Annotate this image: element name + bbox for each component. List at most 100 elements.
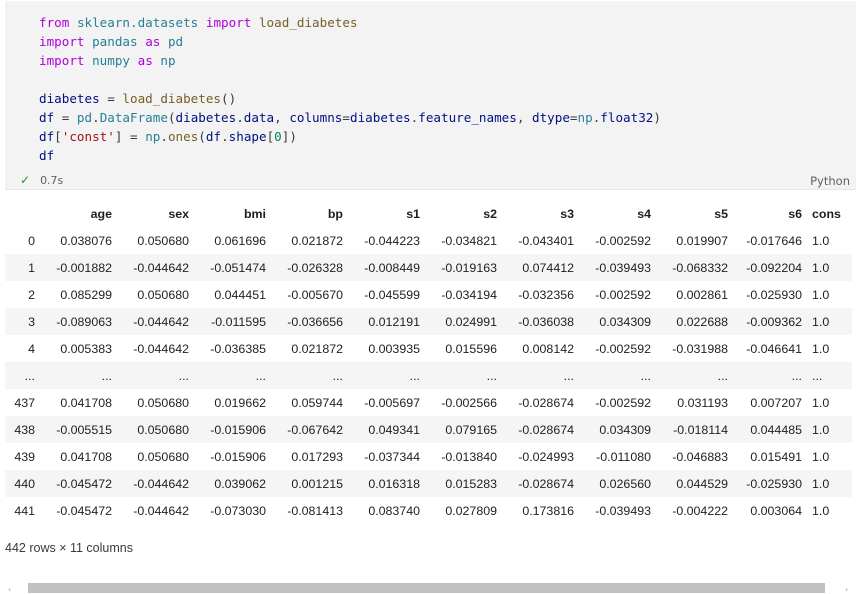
table-cell: 1.0 <box>812 287 830 302</box>
table-cell: -0.005697 <box>364 395 420 410</box>
index-header <box>5 200 35 227</box>
table-row: 3 -0.089063 -0.044642 -0.011595 -0.036656 0.0… <box>5 308 852 335</box>
table-row: 2 0.085299 0.050680 0.044451 -0.005670 -0.045… <box>5 281 852 308</box>
table-cell: 0.022688 <box>676 314 728 329</box>
table-row: 441 -0.045472 -0.044642 -0.073030 -0.081413 0… <box>5 497 852 524</box>
row-index: 1 <box>28 260 35 275</box>
table-cell: ... <box>563 368 574 383</box>
table-row: .................................... <box>5 362 852 389</box>
table-cell: 0.085299 <box>60 287 112 302</box>
table-cell: 0.034309 <box>599 422 651 437</box>
table-cell: 0.050680 <box>137 422 189 437</box>
code-line-2: import pandas as pd <box>39 34 184 49</box>
table-cell: -0.034821 <box>441 233 497 248</box>
table-cell: 0.021872 <box>291 341 343 356</box>
table-cell: 0.034309 <box>599 314 651 329</box>
table-cell: -0.028674 <box>518 476 574 491</box>
column-header: s2 <box>483 206 497 221</box>
column-header: s3 <box>560 206 574 221</box>
row-index: ... <box>24 368 35 383</box>
table-cell: 0.016318 <box>368 476 420 491</box>
table-cell: -0.024993 <box>518 449 574 464</box>
row-index: 439 <box>14 449 35 464</box>
row-index: 4 <box>28 341 35 356</box>
table-cell: ... <box>640 368 651 383</box>
table-cell: 0.074412 <box>522 260 574 275</box>
table-cell: -0.028674 <box>518 395 574 410</box>
scroll-right-arrow-icon[interactable]: › <box>845 585 848 594</box>
table-cell: 0.050680 <box>137 395 189 410</box>
table-cell: 0.083740 <box>368 503 420 518</box>
row-index: 437 <box>14 395 35 410</box>
table-cell: -0.037344 <box>364 449 420 464</box>
table-cell: 0.005383 <box>60 341 112 356</box>
table-cell: -0.073030 <box>210 503 266 518</box>
table-row: 1 -0.001882 -0.044642 -0.051474 -0.026328 -0.… <box>5 254 852 281</box>
code-line-8: df <box>39 148 55 163</box>
code-line-7: df['const'] = np.ones(df.shape[0]) <box>39 129 297 144</box>
horizontal-scrollbar-thumb[interactable] <box>28 583 825 593</box>
table-cell: -0.036656 <box>287 314 343 329</box>
table-cell: 0.038076 <box>60 233 112 248</box>
dataframe-table: age sex bmi bp s1 s2 s3 s4 s5 s6 cons 0 0… <box>5 200 852 524</box>
table-cell: -0.025930 <box>746 287 802 302</box>
column-header: s6 <box>788 206 802 221</box>
table-cell: ... <box>178 368 189 383</box>
row-index: 0 <box>28 233 35 248</box>
table-cell: 1.0 <box>812 449 830 464</box>
table-cell: 0.079165 <box>445 422 497 437</box>
table-cell: -0.067642 <box>287 422 343 437</box>
code-cell[interactable]: from sklearn.datasets import load_diabet… <box>5 1 856 190</box>
code-editor[interactable]: from sklearn.datasets import load_diabet… <box>39 13 661 165</box>
table-cell: -0.015906 <box>210 422 266 437</box>
code-line-5: diabetes = load_diabetes() <box>39 91 237 106</box>
table-cell: ... <box>255 368 266 383</box>
table-cell: 0.012191 <box>368 314 420 329</box>
table-cell: 0.017293 <box>291 449 343 464</box>
table-cell: -0.089063 <box>56 314 112 329</box>
column-header: s5 <box>714 206 728 221</box>
table-cell: -0.044642 <box>133 476 189 491</box>
table-cell: -0.044223 <box>364 233 420 248</box>
table-cell: 0.041708 <box>60 449 112 464</box>
table-row: 437 0.041708 0.050680 0.019662 0.059744 -0.00… <box>5 389 852 416</box>
dataframe-output: age sex bmi bp s1 s2 s3 s4 s5 s6 cons 0 0… <box>5 200 856 524</box>
table-cell: 0.003935 <box>368 341 420 356</box>
scroll-left-arrow-icon[interactable]: ‹ <box>8 585 11 594</box>
table-cell: 0.061696 <box>214 233 266 248</box>
table-cell: -0.044642 <box>133 503 189 518</box>
table-cell: ... <box>791 368 802 383</box>
table-cell: 1.0 <box>812 476 830 491</box>
column-header: s1 <box>406 206 420 221</box>
table-row: 439 0.041708 0.050680 -0.015906 0.017293 -0.0… <box>5 443 852 470</box>
table-cell: ... <box>486 368 497 383</box>
table-cell: 1.0 <box>812 233 830 248</box>
table-cell: 0.003064 <box>750 503 802 518</box>
table-header-row: age sex bmi bp s1 s2 s3 s4 s5 s6 cons <box>5 200 852 227</box>
table-row: 4 0.005383 -0.044642 -0.036385 0.021872 0.003… <box>5 335 852 362</box>
table-cell: -0.032356 <box>518 287 574 302</box>
row-index: 438 <box>14 422 35 437</box>
table-cell: 0.050680 <box>137 233 189 248</box>
table-cell: ... <box>101 368 112 383</box>
table-cell: ... <box>332 368 343 383</box>
table-cell: 1.0 <box>812 314 830 329</box>
exec-time: 0.7s <box>40 174 64 187</box>
table-cell: 0.050680 <box>137 449 189 464</box>
table-cell: -0.013840 <box>441 449 497 464</box>
table-cell: -0.034194 <box>441 287 497 302</box>
table-row: 438 -0.005515 0.050680 -0.015906 -0.067642 0.… <box>5 416 852 443</box>
table-cell: 0.024991 <box>445 314 497 329</box>
table-cell: 0.026560 <box>599 476 651 491</box>
table-cell: -0.044642 <box>133 260 189 275</box>
language-selector[interactable]: Python <box>810 174 850 188</box>
table-cell: -0.025930 <box>746 476 802 491</box>
table-cell: -0.001882 <box>56 260 112 275</box>
table-cell: 0.019662 <box>214 395 266 410</box>
table-cell: -0.043401 <box>518 233 574 248</box>
table-cell: -0.051474 <box>210 260 266 275</box>
table-cell: 0.027809 <box>445 503 497 518</box>
table-cell: -0.002566 <box>441 395 497 410</box>
table-cell: -0.028674 <box>518 422 574 437</box>
table-cell: 0.049341 <box>368 422 420 437</box>
